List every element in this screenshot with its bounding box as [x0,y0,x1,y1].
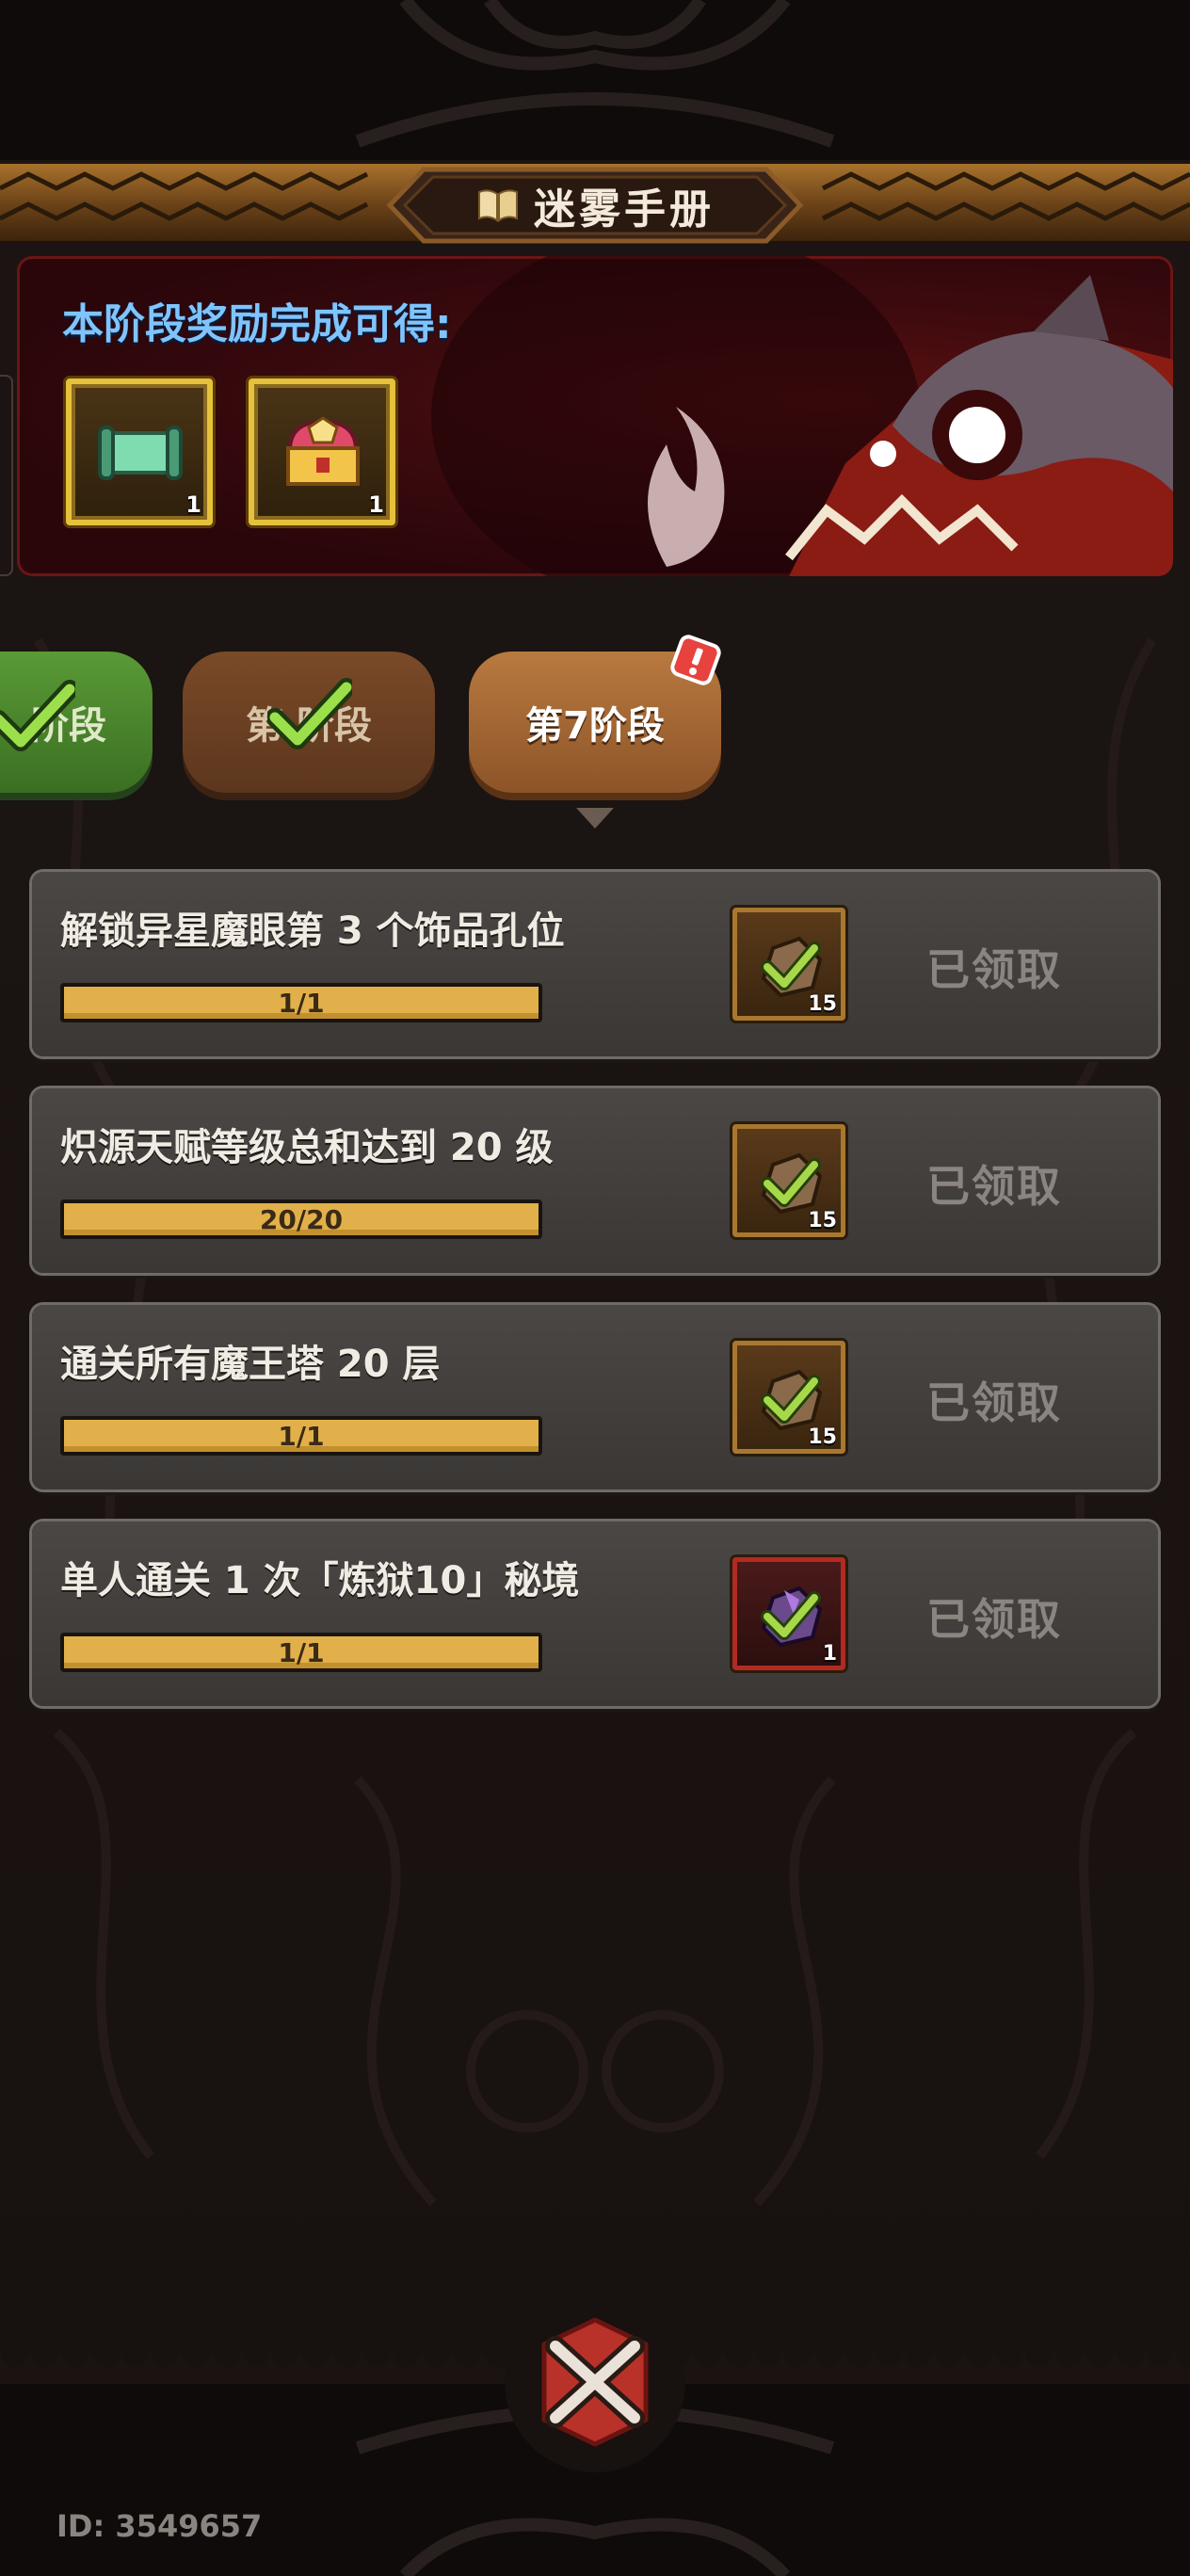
close-button[interactable] [499,2288,691,2476]
treasure-chest-icon [286,416,360,486]
scroll-icon [98,426,183,480]
task-title: 通关所有魔王塔 20 层 [60,1343,441,1386]
reward-count: 15 [808,1425,837,1449]
claimed-status: 已领取 [926,1594,1062,1645]
tab-pointer [576,808,614,829]
task-row: 单人通关 1 次「炼狱10」秘境 1/1 1 已领取 [32,1521,1158,1706]
player-id: ID: 3549657 [56,2508,263,2544]
check-icon [267,678,352,749]
claimed-status: 已领取 [926,944,1062,995]
task-row: 通关所有魔王塔 20 层 1/1 15 已领取 [32,1305,1158,1489]
task-progress-bar: 1/1 [60,983,542,1022]
task-row: 炽源天赋等级总和达到 20 级 20/20 15 已领取 [32,1088,1158,1273]
task-reward-item[interactable]: 15 [732,1341,845,1454]
task-reward-item[interactable]: 15 [732,908,845,1021]
reward-count: 1 [185,491,201,518]
task-progress-bar: 1/1 [60,1633,542,1672]
alert-badge [670,635,721,685]
task-progress-text: 1/1 [278,1636,325,1668]
reward-item-scroll[interactable]: 1 [66,378,213,525]
task-title: 炽源天赋等级总和达到 20 级 [60,1126,554,1169]
reward-count: 1 [368,491,384,518]
stage-tabs: 阶段 第 阶段 第7阶段 [0,640,1190,829]
task-reward-item[interactable]: 1 [732,1557,845,1670]
reward-banner-title: 本阶段奖励完成可得: [62,300,452,348]
title-plaque: 迷雾手册 [386,166,804,245]
page-title: 迷雾手册 [534,185,715,233]
reward-count: 1 [822,1642,837,1666]
reward-count: 15 [808,1209,837,1232]
reward-count: 15 [808,992,837,1016]
tab-stage-completed-1[interactable]: 阶段 [0,652,153,793]
stage-reward-banner: 本阶段奖励完成可得: 1 1 [17,256,1173,576]
tab-stage-completed-2[interactable]: 第 阶段 [183,652,435,793]
task-progress-bar: 20/20 [60,1199,542,1239]
task-row: 解锁异星魔眼第 3 个饰品孔位 1/1 15 已领取 [32,872,1158,1056]
book-icon [478,189,518,222]
task-reward-item[interactable]: 15 [732,1124,845,1237]
task-title: 解锁异星魔眼第 3 个饰品孔位 [60,910,565,953]
reward-item-chest[interactable]: 1 [249,378,395,525]
task-progress-text: 20/20 [259,1203,344,1235]
claimed-status: 已领取 [926,1377,1062,1428]
tab-label: 第7阶段 [525,704,665,748]
check-icon [0,680,75,751]
task-list: 解锁异星魔眼第 3 个饰品孔位 1/1 15 已领取 炽源天赋等级总和达到 20… [32,872,1158,1738]
task-progress-text: 1/1 [278,987,325,1019]
task-progress-text: 1/1 [278,1420,325,1452]
task-progress-bar: 1/1 [60,1416,542,1456]
crystal-ore-icon [761,1586,823,1648]
task-title: 单人通关 1 次「炼狱10」秘境 [60,1559,580,1602]
close-icon [505,2292,685,2472]
side-edge [0,375,13,576]
claimed-status: 已领取 [926,1161,1062,1212]
